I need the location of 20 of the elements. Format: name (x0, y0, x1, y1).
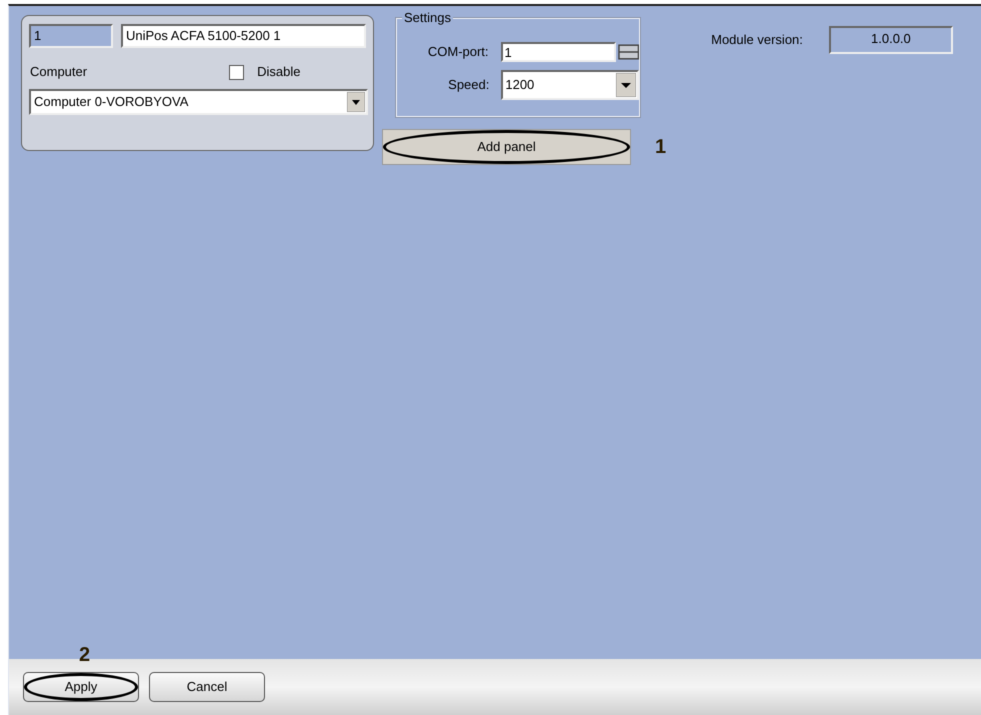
module-version-label: Module version: (711, 31, 803, 50)
disable-label: Disable (257, 63, 300, 82)
add-panel-button[interactable]: Add panel (382, 129, 631, 165)
disable-checkbox[interactable] (229, 64, 244, 80)
callout-number: 1 (655, 135, 666, 160)
com-port-label: COM-port: (426, 43, 490, 62)
computer-dropdown[interactable]: Computer 0-VOROBYOVA (29, 89, 368, 115)
computer-label: Computer (30, 63, 88, 82)
speed-dropdown[interactable]: 1200 (501, 70, 639, 100)
dropdown-arrow-icon (616, 73, 636, 97)
name-field[interactable]: UniPos ACFA 5100-5200 1 (121, 24, 366, 48)
apply-button[interactable]: Apply (23, 672, 139, 702)
number-field[interactable]: 1 (29, 24, 113, 48)
callout-number: 2 (79, 645, 90, 665)
com-port-field[interactable]: 1 (500, 42, 616, 62)
speed-label: Speed: (447, 76, 490, 94)
list-icon[interactable] (618, 44, 639, 60)
cancel-button[interactable]: Cancel (149, 672, 265, 702)
dropdown-arrow-icon (347, 92, 365, 112)
module-version-field: 1.0.0.0 (828, 26, 953, 54)
